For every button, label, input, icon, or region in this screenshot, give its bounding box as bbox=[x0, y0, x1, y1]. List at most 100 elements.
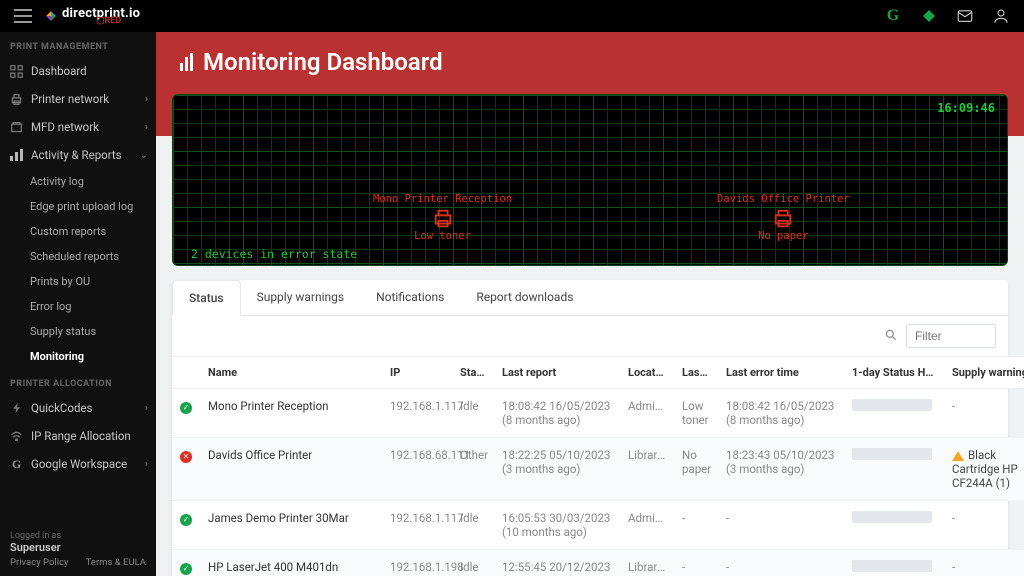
last-error-time-cell: 18:08:42 16/05/2023 (8 months ago) bbox=[718, 389, 844, 438]
col-history[interactable]: 1-day Status History bbox=[844, 357, 944, 389]
bolt-icon bbox=[10, 402, 23, 415]
privacy-link[interactable]: Privacy Policy bbox=[10, 557, 68, 568]
last-error-time-cell: - bbox=[718, 550, 844, 576]
tab-status[interactable]: Status bbox=[172, 280, 241, 316]
last-error-cell: - bbox=[674, 550, 718, 576]
topbar: directprint.io ▢RED G bbox=[0, 0, 1024, 32]
brand-logo-icon bbox=[44, 9, 58, 23]
sidebar-section-printer-allocation: PRINTER ALLOCATION bbox=[0, 369, 156, 394]
page-title: Monitoring Dashboard bbox=[180, 48, 1000, 76]
printer-icon bbox=[10, 93, 23, 106]
printer-name-link[interactable]: Mono Printer Reception bbox=[208, 399, 329, 413]
table-row[interactable]: ✓HP LaserJet 400 M401dn192.168.1.198Idle… bbox=[172, 550, 1024, 576]
warning-icon bbox=[952, 451, 964, 461]
user-icon[interactable] bbox=[992, 7, 1010, 25]
device-error: Low toner bbox=[373, 230, 512, 243]
history-bar bbox=[852, 560, 932, 572]
tab-report-downloads[interactable]: Report downloads bbox=[460, 280, 589, 315]
chevron-down-icon: ⌄ bbox=[140, 150, 148, 161]
col-supply[interactable]: Supply warnings bbox=[944, 357, 1024, 389]
last-report-cell: 18:08:42 16/05/2023 (8 months ago) bbox=[494, 389, 620, 438]
last-report-cell: 16:05:53 30/03/2023 (10 months ago) bbox=[494, 501, 620, 550]
sidebar-item-ip-range[interactable]: IP Range Allocation bbox=[0, 422, 156, 450]
status-dot: ✓ bbox=[180, 402, 192, 414]
tab-supply-warnings[interactable]: Supply warnings bbox=[241, 280, 361, 315]
sidebar-item-printer-network[interactable]: Printer network › bbox=[0, 85, 156, 113]
monitor-device-1[interactable]: Mono Printer Reception Low toner bbox=[373, 193, 512, 242]
sidebar-sub-custom-reports[interactable]: Custom reports bbox=[0, 219, 156, 244]
status-card: Status Supply warnings Notifications Rep… bbox=[172, 280, 1008, 576]
col-last-error-time[interactable]: Last error time bbox=[718, 357, 844, 389]
sidebar-label: QuickCodes bbox=[31, 401, 92, 415]
printer-error-icon bbox=[772, 208, 794, 228]
sidebar-item-activity-reports[interactable]: Activity & Reports ⌄ bbox=[0, 141, 156, 169]
sidebar-label: IP Range Allocation bbox=[31, 429, 131, 443]
ip-cell: 192.168.1.117 bbox=[382, 389, 452, 438]
sidebar-item-dashboard[interactable]: Dashboard bbox=[0, 57, 156, 85]
terms-link[interactable]: Terms & EULA bbox=[86, 557, 146, 568]
monitor-device-2[interactable]: Davids Office Printer No paper bbox=[717, 193, 850, 242]
last-error-cell: - bbox=[674, 501, 718, 550]
sidebar-sub-supply-status[interactable]: Supply status bbox=[0, 319, 156, 344]
last-error-time-cell: 18:23:43 05/10/2023 (3 months ago) bbox=[718, 438, 844, 501]
location-cell: Library ... bbox=[620, 438, 674, 501]
col-last-error[interactable]: Last error bbox=[674, 357, 718, 389]
hamburger-icon[interactable] bbox=[14, 9, 32, 23]
device-name: Mono Printer Reception bbox=[373, 193, 512, 206]
history-bar bbox=[852, 511, 932, 523]
chevron-right-icon: › bbox=[145, 403, 148, 414]
sidebar-item-mfd-network[interactable]: MFD network › bbox=[0, 113, 156, 141]
sidebar-sub-monitoring[interactable]: Monitoring bbox=[0, 344, 156, 369]
last-error-cell: No paper bbox=[674, 438, 718, 501]
sidebar-sub-scheduled-reports[interactable]: Scheduled reports bbox=[0, 244, 156, 269]
sidebar-sub-error-log[interactable]: Error log bbox=[0, 294, 156, 319]
filter-input[interactable] bbox=[906, 324, 996, 348]
col-state[interactable]: State bbox=[452, 357, 494, 389]
monitor-clock: 16:09:46 bbox=[937, 101, 995, 115]
sidebar-item-quickcodes[interactable]: QuickCodes › bbox=[0, 394, 156, 422]
sidebar-sub-edge-upload[interactable]: Edge print upload log bbox=[0, 194, 156, 219]
last-report-cell: 12:55:45 20/12/2023 (3 weeks ago) bbox=[494, 550, 620, 576]
history-bar bbox=[852, 448, 932, 460]
mail-icon[interactable] bbox=[956, 7, 974, 25]
sidebar-label: Google Workspace bbox=[31, 457, 127, 471]
ip-cell: 192.168.68.111 bbox=[382, 438, 452, 501]
sidebar-item-google-workspace[interactable]: G Google Workspace › bbox=[0, 450, 156, 478]
grid-icon bbox=[10, 65, 23, 78]
sidebar-footer: Logged in as Superuser Privacy Policy Te… bbox=[0, 525, 156, 576]
google-icon[interactable]: G bbox=[884, 7, 902, 25]
diamond-icon[interactable] bbox=[920, 7, 938, 25]
sidebar-sub-activity-log[interactable]: Activity log bbox=[0, 169, 156, 194]
brand-sub: ▢RED bbox=[96, 17, 140, 26]
sidebar-sub-prints-by-ou[interactable]: Prints by OU bbox=[0, 269, 156, 294]
col-location[interactable]: Location bbox=[620, 357, 674, 389]
search-icon[interactable] bbox=[884, 328, 898, 345]
ip-cell: 192.168.1.117 bbox=[382, 501, 452, 550]
last-error-time-cell: - bbox=[718, 501, 844, 550]
printer-name-link[interactable]: HP LaserJet 400 M401dn bbox=[208, 560, 338, 574]
status-dot: ✓ bbox=[180, 514, 192, 526]
col-name[interactable]: Name bbox=[200, 357, 382, 389]
ip-cell: 192.168.1.198 bbox=[382, 550, 452, 576]
supply-cell: - bbox=[952, 560, 955, 574]
printer-name-link[interactable]: James Demo Printer 30Mar bbox=[208, 511, 349, 525]
tab-notifications[interactable]: Notifications bbox=[360, 280, 460, 315]
col-ip[interactable]: IP bbox=[382, 357, 452, 389]
brand[interactable]: directprint.io ▢RED bbox=[44, 7, 140, 26]
table-row[interactable]: ✕Davids Office Printer192.168.68.111Othe… bbox=[172, 438, 1024, 501]
sidebar-label: Dashboard bbox=[31, 64, 87, 78]
sidebar-label: Printer network bbox=[31, 92, 109, 106]
history-bar bbox=[852, 399, 932, 411]
status-dot: ✕ bbox=[180, 451, 192, 463]
copier-icon bbox=[10, 121, 23, 134]
supply-cell: - bbox=[952, 399, 955, 413]
location-cell: Admin ... bbox=[620, 389, 674, 438]
table-row[interactable]: ✓Mono Printer Reception192.168.1.117Idle… bbox=[172, 389, 1024, 438]
last-report-cell: 18:22:25 05/10/2023 (3 months ago) bbox=[494, 438, 620, 501]
printer-name-link[interactable]: Davids Office Printer bbox=[208, 448, 312, 462]
page: Monitoring Dashboard 16:09:46 Mono Print… bbox=[156, 32, 1024, 576]
table-row[interactable]: ✓James Demo Printer 30Mar192.168.1.117Id… bbox=[172, 501, 1024, 550]
col-last-report[interactable]: Last report bbox=[494, 357, 620, 389]
google-g-icon: G bbox=[10, 458, 23, 471]
last-error-cell: Low toner bbox=[674, 389, 718, 438]
